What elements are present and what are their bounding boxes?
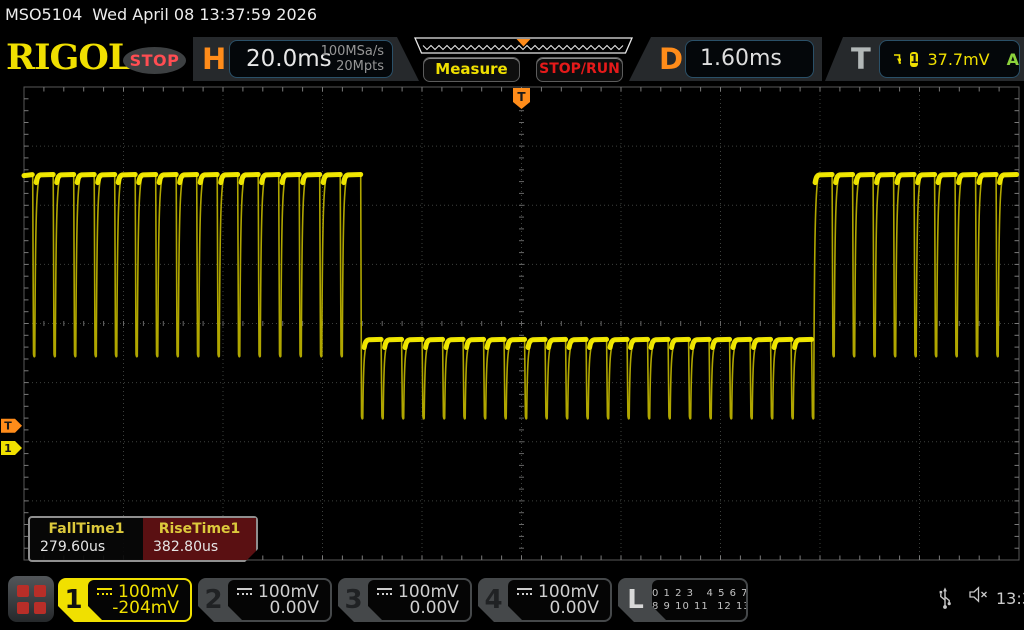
speaker-muted-icon [968,586,992,604]
timebase-value: 20.0ms [246,41,332,77]
dc-coupling-icon [517,588,532,596]
trigger-mode: A [1007,50,1019,69]
measurement-item-falltime[interactable]: FallTime1 279.60us [30,518,143,560]
delay-label: D [659,37,683,81]
horizontal-label: H [202,37,226,81]
measurement-value: 279.60us [30,537,143,555]
channel1-number: 1 [58,578,89,622]
usb-icon [938,586,952,610]
horizontal-settings-box[interactable]: H 20.0ms 100MSa/s 20Mpts [193,37,419,81]
channel4-offset: 0.00V [550,598,599,618]
measurement-value: 382.80us [143,537,256,555]
svg-text:T: T [517,90,526,104]
trigger-level-value: 37.7mV [927,50,989,69]
oscilloscope-screen: MSO5104Wed April 08 13:37:59 2026 RIGOL … [0,0,1024,630]
channel4-number: 4 [478,578,509,622]
memory-depth: 20Mpts [321,59,384,74]
channel3-number: 3 [338,578,369,622]
trigger-position-marker[interactable]: T [513,88,530,109]
clock: 13:37 [996,589,1024,608]
channel3-offset: 0.00V [410,598,459,618]
stop-run-button[interactable]: STOP/RUN [536,57,623,82]
trigger-label: T [851,37,871,81]
channel2-badge[interactable]: 2 100mV 0.00V [198,578,332,622]
trigger-level-marker[interactable]: T [1,419,22,433]
ch1-waveform-trace [24,175,1017,348]
trigger-inner: 1 37.7mV A [879,40,1020,78]
rigol-logo: RIGOL [6,36,131,80]
datetime: Wed April 08 13:37:59 2026 [92,5,317,24]
model-name: MSO5104 [5,5,82,24]
waveform-display[interactable]: T T 1 [0,82,1024,570]
measurement-item-risetime[interactable]: RiseTime1 382.80us [143,518,256,560]
measurement-label: RiseTime1 [143,518,256,537]
measurement-label: FallTime1 [30,518,143,537]
acquisition-status-badge: STOP [123,47,186,74]
dc-coupling-icon [237,588,252,596]
channel1-badge[interactable]: 1 100mV -204mV [58,578,192,622]
dc-coupling-icon [377,588,392,596]
menu-grid-icon [17,585,29,597]
channel2-offset: 0.00V [270,598,319,618]
svg-text:T: T [4,420,12,433]
trigger-settings-box[interactable]: T 1 37.7mV A [825,37,1024,81]
horizontal-inner: 20.0ms 100MSa/s 20Mpts [229,40,393,78]
waveform-overview-icon [414,37,633,54]
main-menu-button[interactable] [8,576,54,622]
trigger-source-badge: 1 [910,52,918,67]
status-bar: MSO5104 Wed April 08 13:37:59 2026 [5,5,327,24]
digital-channel-list: 0 1 2 3 4 5 6 7 8 9 10 11 12 13 14 15 [652,580,746,620]
svg-text:1: 1 [4,442,12,455]
channel1-offset-marker[interactable]: 1 [1,441,22,455]
delay-value: 1.60ms [700,41,782,77]
acquisition-rates: 100MSa/s 20Mpts [321,44,384,74]
sample-rate: 100MSa/s [321,44,384,59]
channel2-number: 2 [198,578,229,622]
measure-button[interactable]: Measure [423,57,520,82]
measurement-panel: FallTime1 279.60us RiseTime1 382.80us [28,516,258,562]
logic-analyzer-label: L [618,578,653,622]
channel4-badge[interactable]: 4 100mV 0.00V [478,578,612,622]
delay-settings-box[interactable]: D 1.60ms [629,37,822,81]
dc-coupling-icon [97,588,112,596]
waveform-position-strip[interactable] [414,37,633,54]
channel3-badge[interactable]: 3 100mV 0.00V [338,578,472,622]
channel1-offset: -204mV [112,598,179,618]
delay-inner: 1.60ms [685,40,814,78]
logic-analyzer-badge[interactable]: L 0 1 2 3 4 5 6 7 8 9 10 11 12 13 14 15 [618,578,748,622]
falling-edge-icon [893,51,901,67]
